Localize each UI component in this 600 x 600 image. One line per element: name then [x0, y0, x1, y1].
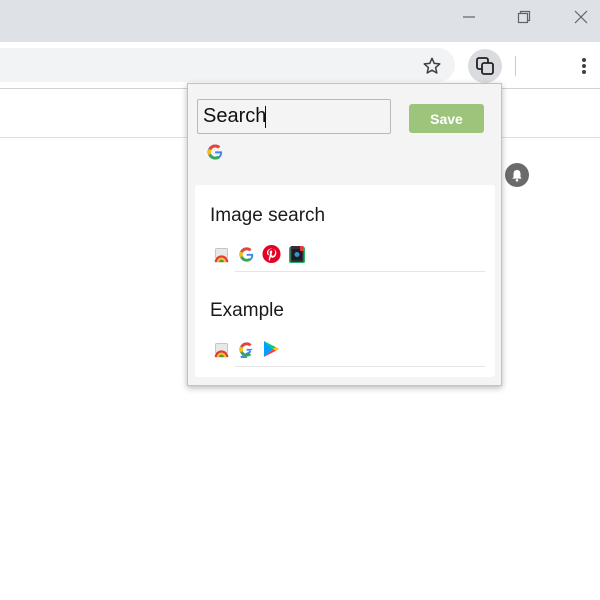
search-groups-card: Image search Example [195, 185, 495, 377]
text-caret [265, 106, 266, 128]
window-titlebar [0, 0, 600, 42]
group-divider [235, 271, 485, 272]
google-icon[interactable] [237, 245, 256, 264]
save-button[interactable]: Save [409, 104, 484, 133]
group-title: Example [210, 300, 284, 321]
extension-popup: Save Image search [187, 83, 502, 386]
pinterest-icon[interactable] [262, 244, 281, 264]
group-divider [235, 366, 485, 367]
search-input[interactable] [197, 99, 391, 134]
google-icon[interactable] [237, 340, 256, 359]
restore-icon[interactable] [510, 6, 538, 30]
star-icon[interactable] [419, 53, 445, 79]
extension-icon[interactable] [468, 49, 502, 83]
minimize-icon[interactable] [455, 6, 483, 30]
rainbow-image-search-icon[interactable] [212, 340, 231, 359]
close-icon[interactable] [567, 6, 595, 30]
browser-toolbar [0, 42, 600, 89]
address-bar[interactable] [0, 48, 455, 82]
google-icon[interactable] [206, 143, 224, 161]
group-title: Image search [210, 205, 326, 226]
rainbow-image-search-icon[interactable] [212, 245, 231, 264]
more-vert-icon[interactable] [574, 53, 594, 79]
bell-icon[interactable] [505, 163, 529, 187]
toolbar-separator [515, 56, 516, 76]
google-play-icon[interactable] [262, 340, 281, 359]
tineye-icon[interactable] [287, 245, 306, 264]
